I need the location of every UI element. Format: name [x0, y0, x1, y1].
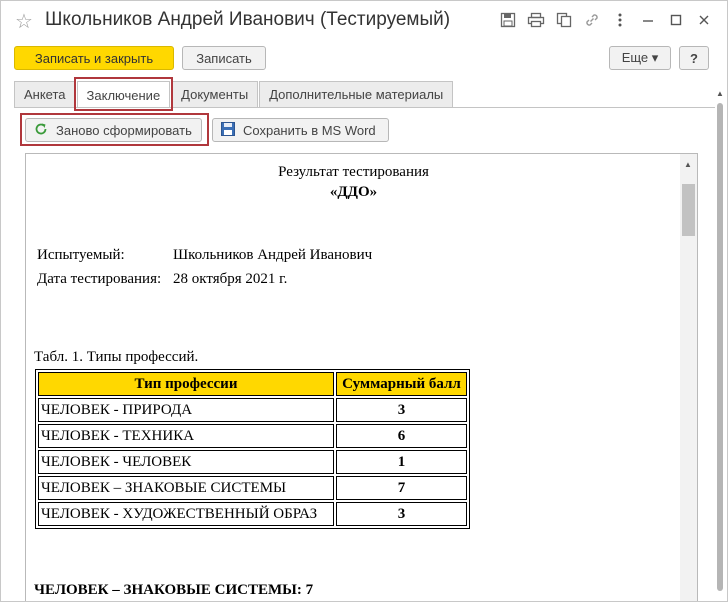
profession-type-cell: ЧЕЛОВЕК - ЧЕЛОВЕК: [38, 450, 334, 474]
score-cell: 3: [336, 398, 467, 422]
scroll-up-arrow-icon[interactable]: ▲: [684, 160, 692, 169]
score-cell: 7: [336, 476, 467, 500]
save-to-word-button[interactable]: Сохранить в MS Word: [212, 118, 389, 142]
more-menu-button[interactable]: Еще ▾: [609, 46, 671, 70]
column-header-type: Тип профессии: [38, 372, 334, 396]
subject-label: Испытуемый:: [37, 247, 125, 263]
maximize-icon[interactable]: [667, 11, 685, 29]
table-row: ЧЕЛОВЕК - ХУДОЖЕСТВЕННЫЙ ОБРАЗ 3: [38, 502, 467, 526]
form-scroll-up-arrow-icon[interactable]: ▲: [716, 89, 724, 98]
date-value: 28 октября 2021 г.: [173, 271, 288, 287]
save-disk-icon[interactable]: [499, 11, 517, 29]
document-subtitle: «ДДО»: [329, 184, 378, 200]
profession-type-cell: ЧЕЛОВЕК – ЗНАКОВЫЕ СИСТЕМЫ: [38, 476, 334, 500]
more-vertical-icon[interactable]: [611, 11, 629, 29]
tab-documents[interactable]: Документы: [171, 81, 259, 107]
results-table: Тип профессии Суммарный балл ЧЕЛОВЕК - П…: [35, 369, 470, 529]
floppy-disk-icon: [221, 121, 235, 139]
column-header-score: Суммарный балл: [336, 372, 467, 396]
tab-questionnaire[interactable]: Анкета: [14, 81, 76, 107]
favorite-star-icon[interactable]: ☆: [15, 9, 33, 34]
link-icon[interactable]: [583, 11, 601, 29]
save-to-word-label: Сохранить в MS Word: [243, 122, 376, 138]
title-bar: ☆ Школьников Андрей Иванович (Тестируемы…: [1, 1, 727, 41]
tab-highlight-frame: [74, 77, 173, 111]
help-button[interactable]: ?: [679, 46, 709, 70]
profession-type-cell: ЧЕЛОВЕК - ХУДОЖЕСТВЕННЫЙ ОБРАЗ: [38, 502, 334, 526]
score-cell: 1: [336, 450, 467, 474]
form-window: ☆ Школьников Андрей Иванович (Тестируемы…: [0, 0, 728, 602]
minimize-icon[interactable]: [639, 11, 657, 29]
document-title: Результат тестирования: [278, 164, 429, 180]
subject-value: Школьников Андрей Иванович: [173, 247, 373, 263]
save-and-close-button[interactable]: Записать и закрыть: [14, 46, 174, 70]
copy-icon[interactable]: [555, 11, 573, 29]
form-scroll-thumb[interactable]: [717, 103, 723, 591]
document-viewer[interactable]: Результат тестирования «ДДО» Испытуемый:…: [25, 153, 698, 601]
table-row: ЧЕЛОВЕК - ПРИРОДА 3: [38, 398, 467, 422]
table-header-row: Тип профессии Суммарный балл: [38, 372, 467, 396]
profession-type-cell: ЧЕЛОВЕК - ПРИРОДА: [38, 398, 334, 422]
result-summary-line: ЧЕЛОВЕК – ЗНАКОВЫЕ СИСТЕМЫ: 7: [34, 582, 314, 598]
document-scrollbar[interactable]: ▲: [680, 154, 697, 601]
regenerate-highlight-frame: [20, 113, 209, 146]
score-cell: 3: [336, 502, 467, 526]
table-caption: Табл. 1. Типы профессий.: [34, 349, 199, 365]
document-content: Результат тестирования «ДДО» Испытуемый:…: [26, 154, 681, 601]
window-title: Школьников Андрей Иванович (Тестируемый): [45, 9, 451, 30]
save-button[interactable]: Записать: [182, 46, 266, 70]
close-icon[interactable]: [695, 11, 713, 29]
date-label: Дата тестирования:: [37, 271, 162, 287]
print-icon[interactable]: [527, 11, 545, 29]
profession-type-cell: ЧЕЛОВЕК - ТЕХНИКА: [38, 424, 334, 448]
tab-additional-materials[interactable]: Дополнительные материалы: [259, 81, 454, 107]
score-cell: 6: [336, 424, 467, 448]
table-row: ЧЕЛОВЕК – ЗНАКОВЫЕ СИСТЕМЫ 7: [38, 476, 467, 500]
title-bar-icons: [499, 11, 713, 29]
document-scroll-thumb[interactable]: [682, 184, 695, 236]
form-scrollbar[interactable]: ▲: [715, 89, 725, 601]
table-row: ЧЕЛОВЕК - ТЕХНИКА 6: [38, 424, 467, 448]
table-row: ЧЕЛОВЕК - ЧЕЛОВЕК 1: [38, 450, 467, 474]
